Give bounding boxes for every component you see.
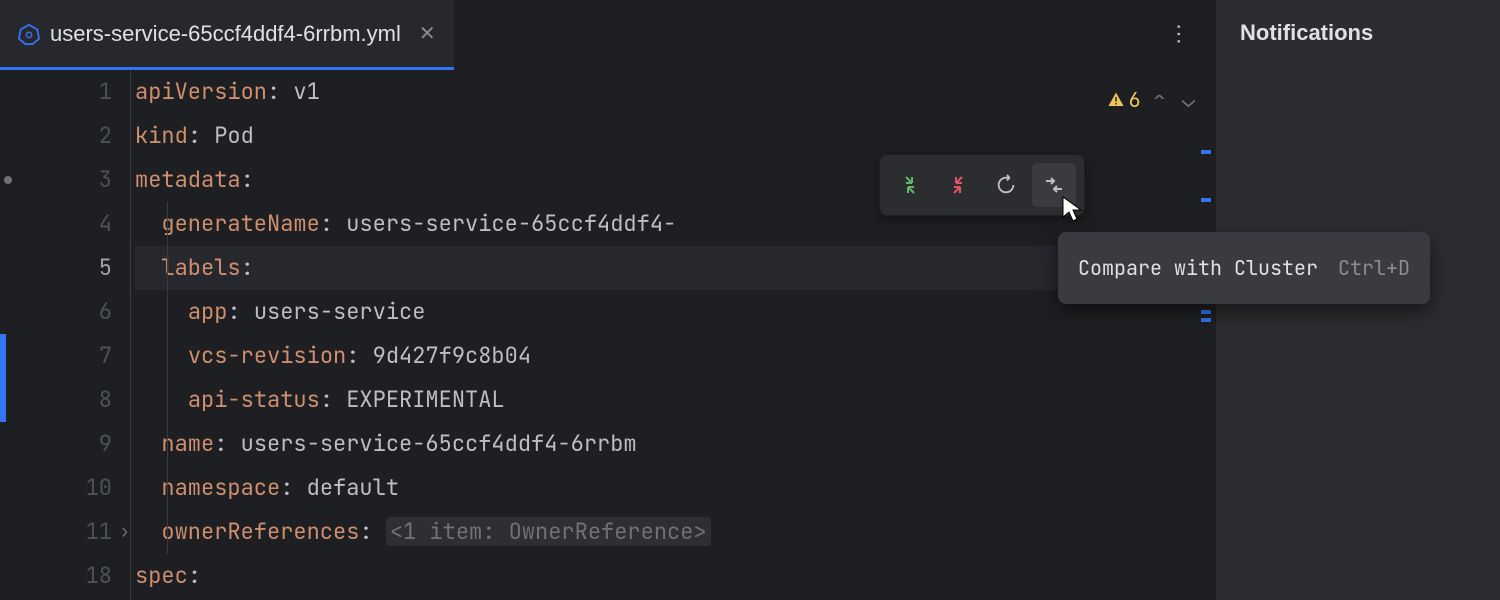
tab-bar: users-service-65ccf4ddf4-6rrbm.yml ✕ ⋯: [0, 0, 1215, 70]
kubernetes-toolbar: [879, 154, 1085, 216]
line-number: 5: [0, 246, 112, 290]
code-line[interactable]: name: users-service-65ccf4ddf4-6rrbm: [135, 422, 1215, 466]
code-line[interactable]: spec:: [135, 554, 1215, 598]
editor-tab[interactable]: users-service-65ccf4ddf4-6rrbm.yml ✕: [0, 0, 454, 70]
pull-from-cluster-button[interactable]: [936, 163, 980, 207]
tab-options-menu[interactable]: ⋯: [1166, 23, 1192, 47]
line-number: 18: [0, 554, 112, 598]
line-number: 11›: [0, 510, 112, 554]
line-number: 7: [0, 334, 112, 378]
code-line[interactable]: app: users-service: [135, 290, 1215, 334]
close-tab-icon[interactable]: ✕: [419, 21, 436, 46]
line-number: 8: [0, 378, 112, 422]
push-to-cluster-button[interactable]: [888, 163, 932, 207]
line-gutter: 1234567891011›18: [0, 70, 130, 600]
notifications-title: Notifications: [1240, 20, 1476, 46]
code-area[interactable]: 6 ⌃ ⌄ apiVersion: v1kind: Podmetadata: g…: [130, 70, 1215, 600]
line-number: 6: [0, 290, 112, 334]
refresh-button[interactable]: [984, 163, 1028, 207]
code-editor[interactable]: 1234567891011›18 6 ⌃ ⌄ apiVersion: v1kin…: [0, 70, 1215, 600]
breakpoint-gutter-dot[interactable]: [4, 176, 12, 184]
code-line[interactable]: ownerReferences: <1 item: OwnerReference…: [135, 510, 1215, 554]
code-line[interactable]: apiVersion: v1: [135, 70, 1215, 114]
tab-filename: users-service-65ccf4ddf4-6rrbm.yml: [50, 21, 401, 47]
line-number: 4: [0, 202, 112, 246]
fold-toggle-icon[interactable]: ›: [119, 510, 130, 554]
line-number: 2: [0, 114, 112, 158]
line-number: 9: [0, 422, 112, 466]
kubernetes-icon: [18, 23, 40, 45]
mouse-cursor: [1061, 194, 1085, 238]
tooltip-label: Compare with Cluster: [1078, 246, 1318, 290]
change-marker: [0, 334, 6, 422]
line-number: 10: [0, 466, 112, 510]
line-number: 3: [0, 158, 112, 202]
code-line[interactable]: kind: Pod: [135, 114, 1215, 158]
line-number: 1: [0, 70, 112, 114]
code-line[interactable]: vcs-revision: 9d427f9c8b04: [135, 334, 1215, 378]
code-line[interactable]: api-status: EXPERIMENTAL: [135, 378, 1215, 422]
tooltip: Compare with Cluster Ctrl+D: [1058, 232, 1430, 304]
code-line[interactable]: labels:: [135, 246, 1215, 290]
tooltip-shortcut: Ctrl+D: [1338, 246, 1410, 290]
code-line[interactable]: namespace: default: [135, 466, 1215, 510]
